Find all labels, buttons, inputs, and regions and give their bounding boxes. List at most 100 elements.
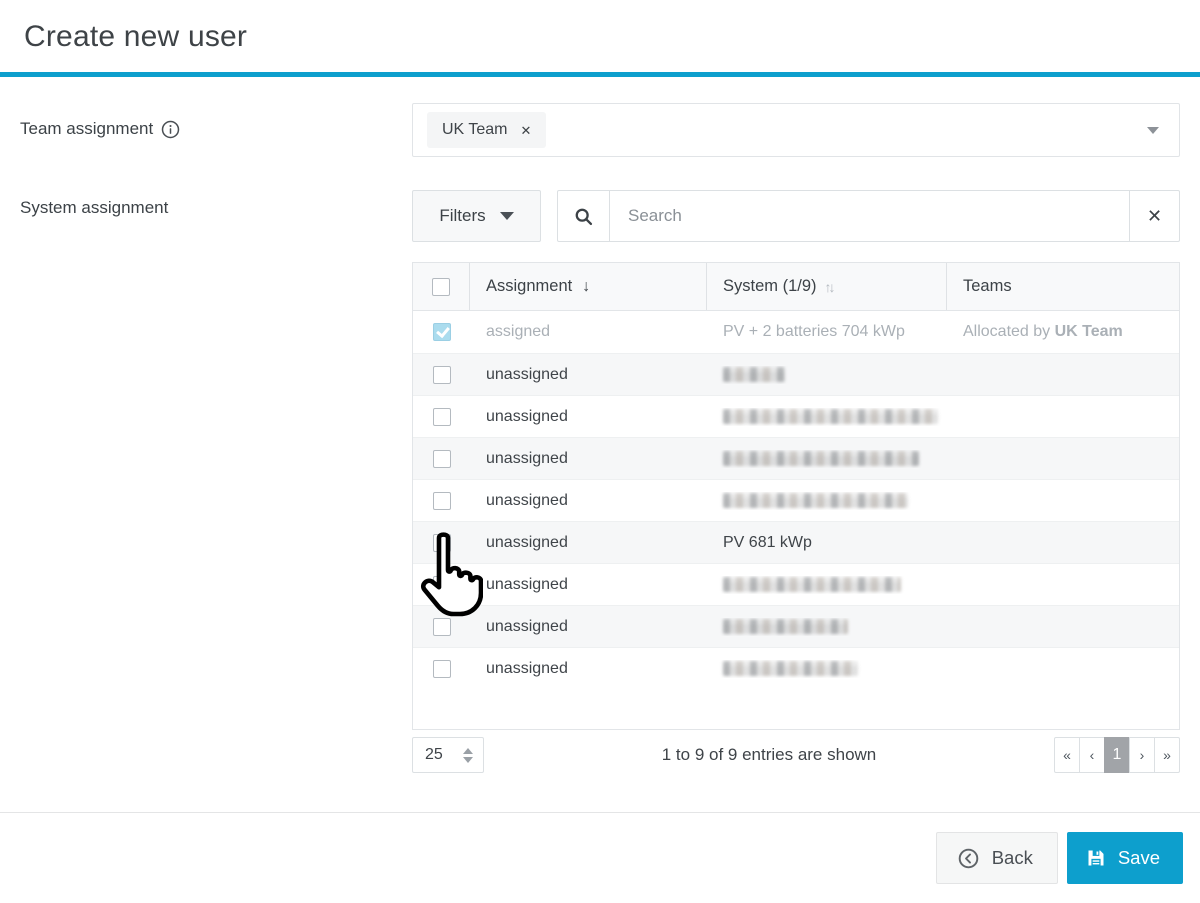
first-page-button[interactable]: «: [1054, 737, 1080, 773]
table-header-assignment[interactable]: Assignment ↓: [470, 263, 707, 310]
select-all-checkbox[interactable]: [432, 278, 450, 296]
row-checkbox[interactable]: [433, 660, 451, 678]
sort-both-icon[interactable]: ↑↓: [825, 279, 833, 295]
row-checkbox-cell: [413, 660, 470, 678]
systems-table: Assignment ↓ System (1/9) ↑↓ Teams assig…: [412, 262, 1180, 730]
assignment-cell: unassigned: [470, 576, 707, 594]
system-assignment-label: System assignment: [20, 198, 168, 218]
title-accent-rule: [0, 72, 1200, 77]
page-size-value: 25: [425, 746, 443, 764]
system-assignment-label-text: System assignment: [20, 198, 168, 218]
allocated-team-name: UK Team: [1055, 323, 1123, 340]
next-page-button[interactable]: ›: [1129, 737, 1155, 773]
system-cell: [707, 618, 947, 636]
info-icon[interactable]: [161, 120, 180, 139]
prev-page-button[interactable]: ‹: [1079, 737, 1105, 773]
redacted-system-name: [723, 661, 858, 676]
row-checkbox-cell: [413, 408, 470, 426]
team-chip: UK Team ✕: [427, 112, 546, 148]
team-assignment-label-text: Team assignment: [20, 119, 153, 139]
row-checkbox-checked[interactable]: [433, 323, 451, 341]
redacted-system-name: [723, 409, 938, 424]
assignment-cell: unassigned: [470, 366, 707, 384]
redacted-system-name: [723, 619, 848, 634]
table-row: unassigned: [413, 395, 1179, 437]
filters-button-label: Filters: [439, 206, 485, 226]
row-checkbox[interactable]: [433, 408, 451, 426]
row-checkbox-cell: [413, 618, 470, 636]
system-cell: [707, 408, 947, 426]
assignment-cell: assigned: [470, 323, 707, 341]
table-header-system[interactable]: System (1/9) ↑↓: [707, 263, 947, 310]
row-checkbox-cell: [413, 492, 470, 510]
create-new-user-dialog: Create new user Team assignment UK Team …: [0, 0, 1200, 903]
back-button[interactable]: Back: [936, 832, 1058, 884]
assignment-cell: unassigned: [470, 534, 707, 552]
row-checkbox[interactable]: [433, 576, 451, 594]
row-checkbox-cell: [413, 576, 470, 594]
row-checkbox-cell: [413, 450, 470, 468]
system-cell: PV 681 kWp: [707, 534, 947, 552]
page-size-select[interactable]: 25: [412, 737, 484, 773]
chevron-down-icon[interactable]: [1147, 127, 1159, 134]
back-button-label: Back: [992, 847, 1033, 869]
system-cell: [707, 366, 947, 384]
assignment-column-label: Assignment: [486, 277, 572, 296]
system-column-label: System (1/9): [723, 277, 817, 296]
row-checkbox-cell: [413, 323, 470, 341]
page-1-button[interactable]: 1: [1104, 737, 1130, 773]
save-button-label: Save: [1118, 847, 1160, 869]
table-row: unassignedPV 681 kWp: [413, 521, 1179, 563]
team-assignment-label: Team assignment: [20, 119, 180, 139]
row-checkbox[interactable]: [433, 534, 451, 552]
system-cell: [707, 660, 947, 678]
filter-bar: Filters ✕: [412, 190, 1180, 242]
table-row: unassigned: [413, 563, 1179, 605]
redacted-system-name: [723, 577, 901, 592]
table-row: unassigned: [413, 647, 1179, 689]
step-down-icon[interactable]: [463, 757, 473, 763]
redacted-system-name: [723, 367, 785, 382]
entries-summary: 1 to 9 of 9 entries are shown: [484, 745, 1054, 765]
row-checkbox[interactable]: [433, 618, 451, 636]
stepper-icon: [463, 748, 473, 763]
system-cell: [707, 576, 947, 594]
sort-desc-icon[interactable]: ↓: [582, 278, 590, 296]
table-body: assignedPV + 2 batteries 704 kWpAllocate…: [413, 311, 1179, 689]
assignment-cell: unassigned: [470, 450, 707, 468]
redacted-system-name: [723, 493, 908, 508]
assignment-cell: unassigned: [470, 492, 707, 510]
row-checkbox-cell: [413, 534, 470, 552]
system-cell: [707, 492, 947, 510]
row-checkbox[interactable]: [433, 366, 451, 384]
teams-column-label: Teams: [963, 277, 1012, 296]
pager: « ‹ 1 › »: [1054, 737, 1180, 773]
table-row: unassigned: [413, 605, 1179, 647]
table-row: assignedPV + 2 batteries 704 kWpAllocate…: [413, 311, 1179, 353]
search-icon[interactable]: [558, 191, 610, 241]
table-footer-space: [413, 689, 1179, 729]
table-header-row: Assignment ↓ System (1/9) ↑↓ Teams: [413, 263, 1179, 311]
step-up-icon[interactable]: [463, 748, 473, 754]
assignment-cell: unassigned: [470, 618, 707, 636]
team-select[interactable]: UK Team ✕: [412, 103, 1180, 157]
row-checkbox[interactable]: [433, 450, 451, 468]
table-row: unassigned: [413, 479, 1179, 521]
assignment-cell: unassigned: [470, 408, 707, 426]
system-cell: PV + 2 batteries 704 kWp: [707, 323, 947, 341]
save-floppy-icon: [1086, 848, 1106, 868]
save-button[interactable]: Save: [1067, 832, 1183, 884]
footer-divider: [0, 812, 1200, 813]
clear-search-icon[interactable]: ✕: [1129, 191, 1179, 241]
filters-button[interactable]: Filters: [412, 190, 541, 242]
remove-team-icon[interactable]: ✕: [521, 124, 532, 137]
row-checkbox[interactable]: [433, 492, 451, 510]
last-page-button[interactable]: »: [1154, 737, 1180, 773]
row-checkbox-cell: [413, 366, 470, 384]
assignment-cell: unassigned: [470, 660, 707, 678]
search-box: ✕: [557, 190, 1180, 242]
search-input[interactable]: [610, 191, 1129, 241]
table-header-checkbox-cell: [413, 263, 470, 310]
table-header-teams: Teams: [947, 263, 1179, 310]
table-row: unassigned: [413, 353, 1179, 395]
